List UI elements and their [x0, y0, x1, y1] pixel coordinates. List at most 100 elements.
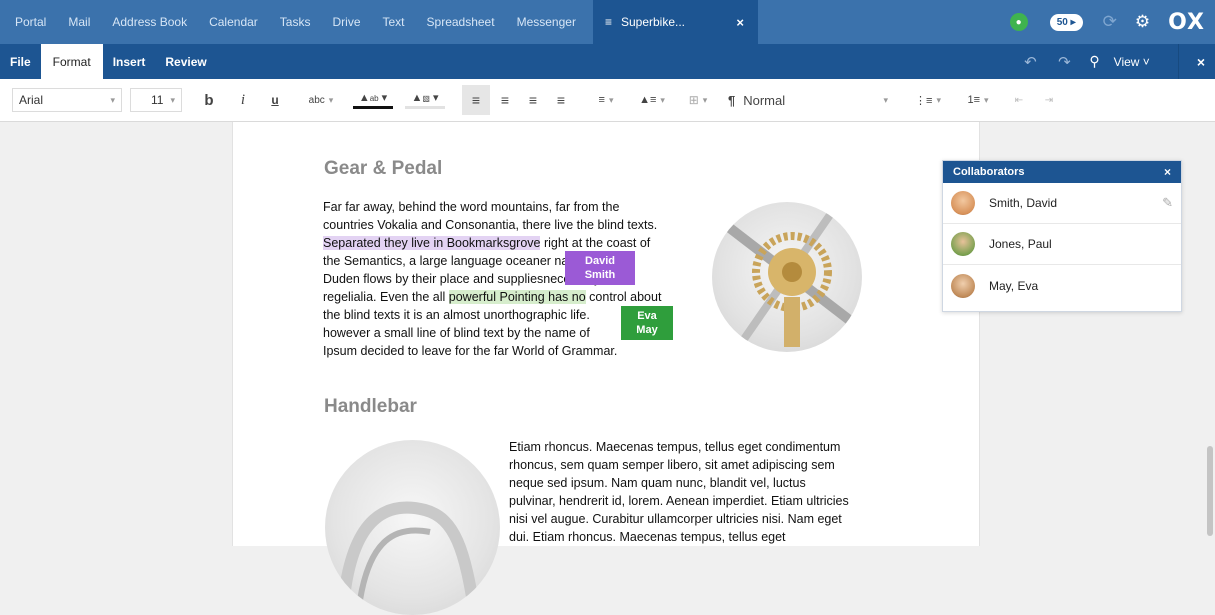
- view-menu[interactable]: View ˅: [1114, 55, 1150, 69]
- cursor-name-part: Eva: [637, 310, 657, 322]
- align-left-button[interactable]: ≡: [462, 85, 490, 115]
- refresh-icon[interactable]: ⟳: [1103, 12, 1117, 32]
- avatar: [951, 191, 975, 215]
- text-run: right at the coast of: [540, 236, 651, 250]
- menu-review[interactable]: Review: [155, 44, 216, 79]
- menu-format[interactable]: Format: [40, 44, 103, 79]
- chevron-down-icon: ▾: [702, 94, 708, 105]
- chevron-down-icon: ▾: [936, 94, 941, 105]
- menu-insert[interactable]: Insert: [103, 44, 156, 79]
- text-run: the Semantics, a large language ocean: [323, 254, 540, 268]
- numbered-list-dropdown[interactable]: 1≡ ▾: [956, 85, 1000, 115]
- app-tab-messenger[interactable]: Messenger: [506, 0, 587, 44]
- text-color-swatch: [353, 106, 393, 109]
- avatar: [951, 232, 975, 256]
- app-tab-address-book[interactable]: Address Book: [101, 0, 198, 44]
- search-icon[interactable]: ⚲: [1089, 53, 1099, 70]
- close-document-icon[interactable]: ×: [1197, 54, 1205, 70]
- font-family-select[interactable]: Arial ▾: [12, 88, 122, 112]
- strikethrough-dropdown[interactable]: abc ▾: [300, 85, 342, 115]
- app-tab-text[interactable]: Text: [372, 0, 416, 44]
- highlight-color-icon: ▲▧ ▾: [411, 92, 439, 104]
- font-size-select[interactable]: 11 ▾: [130, 88, 182, 112]
- decrease-indent-button[interactable]: ⇤: [1006, 85, 1032, 115]
- collaborator-name: Jones, Paul: [989, 237, 1052, 251]
- text-line: Etiam rhoncus. Maecenas tempus, tellus e…: [509, 440, 841, 454]
- highlight-color-dropdown[interactable]: ▲▧ ▾: [402, 85, 448, 115]
- collaborator-cursor-david: David Smith: [565, 251, 635, 285]
- redo-icon[interactable]: ↷: [1047, 53, 1081, 71]
- align-right-button[interactable]: ≡: [520, 85, 546, 115]
- align-center-button[interactable]: ≡: [492, 85, 518, 115]
- cursor-name-part: David: [585, 255, 615, 267]
- app-tab-portal[interactable]: Portal: [4, 0, 57, 44]
- highlight-color-swatch: [405, 106, 445, 109]
- cursor-name-part: May: [636, 324, 658, 336]
- close-collaborators-icon[interactable]: ×: [1164, 165, 1171, 179]
- text-line: Duden flows by their place and suppliesn…: [323, 270, 713, 288]
- paragraph-style-select[interactable]: ¶ Normal ▾: [728, 85, 888, 115]
- chevron-down-icon: ▾: [660, 94, 665, 105]
- align-justify-button[interactable]: ≡: [548, 85, 574, 115]
- increase-indent-button[interactable]: ⇥: [1036, 85, 1062, 115]
- menu-divider: [1177, 44, 1179, 79]
- online-status-icon[interactable]: ●: [1009, 13, 1028, 31]
- bullet-list-dropdown[interactable]: ⋮≡ ▾: [906, 85, 950, 115]
- open-document-tab[interactable]: ≡ Superbike... ×: [592, 0, 758, 44]
- app-tab-mail[interactable]: Mail: [57, 0, 101, 44]
- bicycle-gear-image: [712, 202, 862, 352]
- bold-button[interactable]: b: [196, 85, 222, 115]
- chevron-down-icon: ▾: [883, 94, 888, 105]
- text-run: however a small line of blind text by th…: [323, 326, 590, 340]
- avatar: [951, 273, 975, 298]
- collaborator-selection-highlight: powerful Pointing has no: [448, 290, 586, 304]
- collaborator-selection-highlight: Separated they live in Bookmarksgrove: [323, 236, 541, 250]
- formatting-toolbar: Arial ▾ 11 ▾ b i u abc ▾ ▲ab ▾ ▲▧ ▾ ≡ ≡ …: [0, 79, 1215, 122]
- borders-dropdown[interactable]: ⊞ ▾: [678, 85, 718, 115]
- text-line: regelialia. Even the all powerful Pointi…: [323, 288, 713, 306]
- app-tab-spreadsheet[interactable]: Spreadsheet: [416, 0, 506, 44]
- collaborator-row[interactable]: Jones, Paul: [943, 224, 1181, 265]
- paragraph-fill-dropdown[interactable]: ▲≡ ▾: [632, 85, 672, 115]
- app-tab-tasks[interactable]: Tasks: [269, 0, 322, 44]
- collaborators-header: Collaborators ×: [943, 161, 1181, 183]
- collaborator-row[interactable]: Smith, David ✎: [943, 183, 1181, 224]
- pilcrow-icon: ¶: [728, 92, 736, 108]
- vertical-scrollbar[interactable]: [1207, 446, 1213, 536]
- collaborator-row[interactable]: May, Eva: [943, 265, 1181, 306]
- strike-label: abc: [308, 94, 325, 106]
- chevron-down-icon: ▾: [170, 94, 175, 105]
- gear-illustration: [718, 209, 856, 347]
- handlebar-image: [325, 440, 500, 615]
- handlebar-illustration: [339, 501, 481, 615]
- text-run: Far far away, behind the word mountains,…: [323, 200, 620, 214]
- close-document-tab-icon[interactable]: ×: [736, 15, 744, 30]
- line-spacing-dropdown[interactable]: ≡ ▾: [586, 85, 626, 115]
- app-tab-calendar[interactable]: Calendar: [198, 0, 269, 44]
- ox-logo: OX: [1168, 9, 1205, 35]
- topnav-right-group: ● 50 ▸ ⟳ ⚙ OX: [1009, 0, 1215, 44]
- document-page[interactable]: Gear & Pedal Far far away, behind the wo…: [232, 122, 980, 615]
- paragraph-handlebar[interactable]: Etiam rhoncus. Maecenas tempus, tellus e…: [509, 438, 909, 546]
- text-run: Ipsum decided to leave for the far World…: [323, 344, 618, 358]
- app-navigation-bar: Portal Mail Address Book Calendar Tasks …: [0, 0, 1215, 44]
- document-tab-label: Superbike...: [620, 15, 686, 29]
- text-color-dropdown[interactable]: ▲ab ▾: [350, 85, 396, 115]
- undo-icon[interactable]: ↶: [1013, 53, 1047, 71]
- notification-badge[interactable]: 50 ▸: [1049, 13, 1083, 31]
- chevron-down-icon: ▾: [110, 94, 115, 105]
- font-family-value: Arial: [19, 93, 44, 107]
- menu-right-group: ↶ ↷ ⚲ View ˅ ×: [1013, 44, 1215, 79]
- chevron-down-icon: ▾: [608, 94, 614, 105]
- text-line: dui. Etiam rhoncus. Maecenas tempus, tel…: [509, 530, 786, 544]
- italic-button[interactable]: i: [230, 85, 256, 115]
- underline-button[interactable]: u: [262, 85, 288, 115]
- menu-file[interactable]: File: [0, 44, 41, 79]
- text-line: Separated they live in Bookmarksgrove ri…: [323, 234, 713, 252]
- text-color-icon: ▲ab ▾: [358, 92, 388, 104]
- edit-icon: ✎: [1162, 195, 1173, 210]
- text-line: pulvinar, hendrerit id, lorem. Aenean im…: [509, 494, 849, 508]
- settings-gear-icon[interactable]: ⚙: [1135, 12, 1150, 32]
- text-line: rhoncus, sem quam semper libero, sit ame…: [509, 458, 835, 472]
- app-tab-drive[interactable]: Drive: [321, 0, 371, 44]
